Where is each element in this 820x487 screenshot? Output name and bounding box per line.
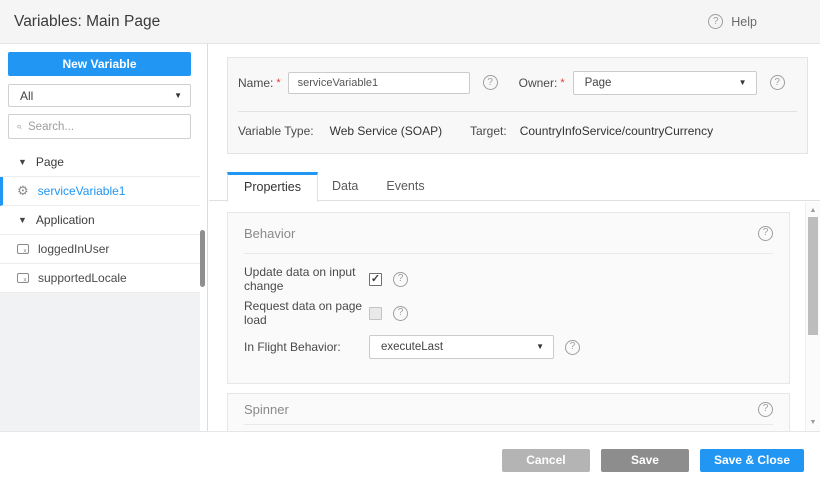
owner-select[interactable]: Page ▼ — [573, 71, 757, 95]
required-asterisk: * — [276, 77, 280, 89]
tree-group-application[interactable]: ▼ Application — [0, 206, 200, 235]
name-owner-row: Name: * ? Owner: * Page ▼ ? — [238, 70, 797, 95]
scroll-down-arrow-icon[interactable]: ▼ — [806, 419, 820, 426]
new-variable-button[interactable]: New Variable — [8, 52, 191, 76]
dialog-header: Variables: Main Page ? Help — [0, 0, 820, 44]
help-label: Help — [731, 15, 757, 29]
tab-properties[interactable]: Properties — [227, 172, 318, 202]
caret-down-icon: ▼ — [18, 157, 27, 167]
tab-data[interactable]: Data — [318, 172, 372, 200]
variable-type-label: Variable Type: — [238, 124, 314, 138]
in-flight-behavior-select[interactable]: executeLast ▼ — [369, 335, 554, 359]
tab-events[interactable]: Events — [372, 172, 438, 200]
name-help-icon[interactable]: ? — [483, 75, 498, 90]
target-value: CountryInfoService/countryCurrency — [520, 124, 713, 138]
tree-item-supportedlocale[interactable]: x supportedLocale — [0, 264, 200, 293]
property-help-icon[interactable]: ? — [393, 272, 408, 287]
page-title: Variables: Main Page — [14, 0, 160, 43]
in-flight-behavior-value: executeLast — [381, 341, 536, 353]
spinner-section-title: Spinner — [244, 402, 758, 417]
tree-group-label: Application — [36, 213, 95, 227]
behavior-section: Behavior ? Update data on input change ✓… — [227, 212, 790, 384]
properties-scroll-area: Behavior ? Update data on input change ✓… — [209, 202, 805, 431]
variable-filter-select[interactable]: All ▼ — [8, 84, 191, 107]
save-and-close-button[interactable]: Save & Close — [700, 449, 804, 472]
tree-group-label: Page — [36, 155, 64, 169]
request-data-checkbox[interactable] — [369, 307, 382, 320]
property-label: Update data on input change — [244, 265, 369, 293]
spinner-section-header: Spinner ? — [228, 394, 789, 424]
tree-item-label: serviceVariable1 — [38, 184, 126, 198]
caret-down-icon: ▼ — [18, 215, 27, 225]
panel-divider — [238, 111, 797, 112]
variable-type-value: Web Service (SOAP) — [330, 124, 442, 138]
dialog-footer: Cancel Save Save & Close — [0, 431, 820, 487]
help-link[interactable]: ? Help — [708, 0, 757, 43]
behavior-rows: Update data on input change ✓ ? Request … — [228, 254, 789, 364]
owner-value: Page — [585, 77, 739, 89]
tree-item-label: loggedInUser — [38, 242, 109, 256]
variable-detail-panel: Name: * ? Owner: * Page ▼ ? Variable Typ… — [209, 44, 820, 431]
name-input[interactable] — [288, 72, 470, 94]
required-asterisk: * — [560, 77, 564, 89]
property-help-icon[interactable]: ? — [565, 340, 580, 355]
name-label: Name: — [238, 76, 273, 90]
sidebar-empty-area — [0, 293, 200, 431]
behavior-help-icon[interactable]: ? — [758, 226, 773, 241]
behavior-section-title: Behavior — [244, 226, 758, 241]
property-row-update-data: Update data on input change ✓ ? — [244, 262, 773, 296]
spinner-help-icon[interactable]: ? — [758, 402, 773, 417]
property-help-icon[interactable]: ? — [393, 306, 408, 321]
property-row-in-flight: In Flight Behavior: executeLast ▼ ? — [244, 330, 773, 364]
spinner-section: Spinner ? — [227, 393, 790, 431]
chevron-down-icon: ▼ — [739, 79, 747, 87]
tree-item-servicevariable1[interactable]: ⚙ serviceVariable1 — [0, 177, 200, 206]
search-icon — [17, 121, 22, 133]
chevron-down-icon: ▼ — [174, 92, 182, 100]
sidebar-scrollbar-thumb[interactable] — [200, 230, 205, 287]
service-variable-icon: ⚙ — [17, 185, 29, 198]
tree-group-page[interactable]: ▼ Page — [0, 148, 200, 177]
static-variable-icon: x — [17, 243, 29, 255]
target-label: Target: — [470, 124, 507, 138]
detail-tabs: Properties Data Events — [209, 172, 820, 201]
tree-item-loggedinuser[interactable]: x loggedInUser — [0, 235, 200, 264]
variable-type-group: Variable Type: Web Service (SOAP) — [238, 124, 470, 138]
variable-summary-panel: Name: * ? Owner: * Page ▼ ? Variable Typ… — [227, 57, 808, 154]
property-row-request-data: Request data on page load ? — [244, 296, 773, 330]
owner-help-icon[interactable]: ? — [770, 75, 785, 90]
save-button[interactable]: Save — [601, 449, 689, 472]
section-divider — [244, 424, 773, 425]
property-label: Request data on page load — [244, 299, 369, 327]
footer-buttons: Cancel Save Save & Close — [502, 449, 804, 472]
filter-value: All — [20, 89, 174, 103]
type-target-row: Variable Type: Web Service (SOAP) Target… — [238, 124, 797, 138]
cancel-button[interactable]: Cancel — [502, 449, 590, 472]
tree-item-label: supportedLocale — [38, 271, 127, 285]
property-label: In Flight Behavior: — [244, 340, 369, 354]
variables-sidebar: New Variable All ▼ ▼ Page ⚙ serviceVaria… — [0, 44, 208, 431]
main-scrollbar[interactable]: ▲ ▼ — [805, 202, 820, 431]
owner-label: Owner: — [519, 76, 558, 90]
chevron-down-icon: ▼ — [536, 343, 544, 351]
search-input[interactable] — [28, 121, 182, 133]
help-circle-icon: ? — [708, 14, 723, 29]
variable-search[interactable] — [8, 114, 191, 139]
variable-tree: ▼ Page ⚙ serviceVariable1 ▼ Application … — [0, 148, 200, 293]
variables-dialog: Variables: Main Page ? Help New Variable… — [0, 0, 820, 487]
main-scrollbar-thumb[interactable] — [808, 217, 818, 335]
scroll-up-arrow-icon[interactable]: ▲ — [806, 207, 820, 214]
static-variable-icon: x — [17, 272, 29, 284]
update-data-checkbox[interactable]: ✓ — [369, 273, 382, 286]
behavior-section-header: Behavior ? — [228, 213, 789, 253]
